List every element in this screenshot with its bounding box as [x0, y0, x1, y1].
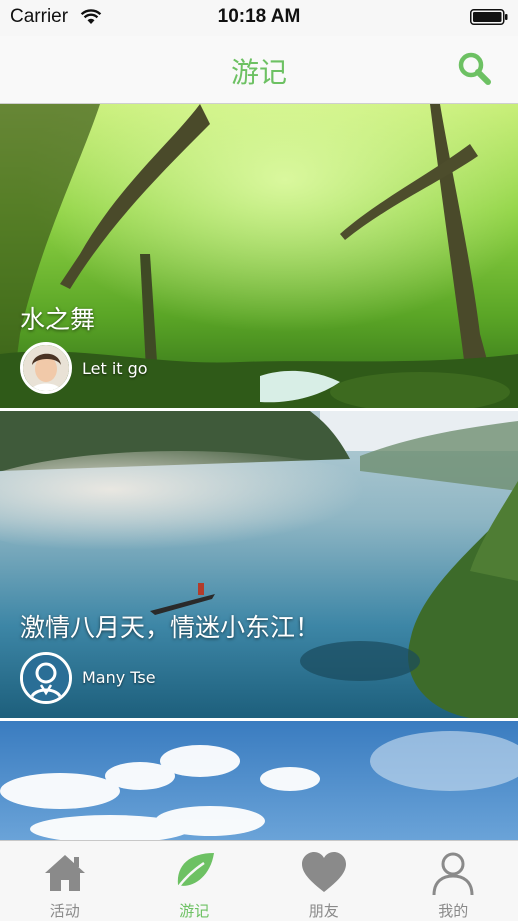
author-name: Let it go [82, 359, 148, 378]
card-cover-image [0, 411, 518, 718]
tab-label: 游记 [130, 900, 260, 921]
author-name: Many Tse [82, 668, 156, 687]
tab-label: 活动 [0, 900, 130, 921]
tab-label: 我的 [389, 900, 518, 921]
status-time: 10:18 AM [0, 6, 518, 28]
card-cover-image [0, 104, 518, 408]
travelogue-feed[interactable]: 水之舞 Let it go [0, 104, 518, 840]
default-avatar-icon [23, 655, 69, 701]
tab-bar: 活动 游记 朋友 我的 [0, 840, 518, 921]
travelogue-card[interactable]: 激情八月天，情迷小东江！ Many Tse [0, 411, 518, 718]
tab-travelogues[interactable]: 游记 [130, 841, 260, 921]
status-bar: Carrier 10:18 AM [0, 0, 518, 36]
tab-mine[interactable]: 我的 [389, 841, 518, 921]
card-title: 激情八月天，情迷小东江！ [20, 608, 320, 644]
home-icon [41, 849, 89, 897]
card-title: 水之舞 [20, 300, 95, 336]
search-icon[interactable] [456, 50, 492, 86]
author-avatar[interactable] [20, 342, 72, 394]
travelogue-card[interactable] [0, 721, 518, 840]
page-title: 游记 [0, 51, 518, 91]
leaf-icon [170, 849, 218, 897]
nav-bar: 游记 [0, 36, 518, 104]
tab-friends[interactable]: 朋友 [259, 841, 389, 921]
battery-icon [470, 9, 508, 25]
tab-label: 朋友 [259, 900, 389, 921]
heart-icon [300, 849, 348, 897]
travelogue-card[interactable]: 水之舞 Let it go [0, 104, 518, 408]
card-cover-image [0, 721, 518, 840]
author-avatar[interactable] [20, 652, 72, 704]
avatar-photo [23, 345, 69, 391]
tab-activities[interactable]: 活动 [0, 841, 130, 921]
person-icon [429, 849, 477, 897]
